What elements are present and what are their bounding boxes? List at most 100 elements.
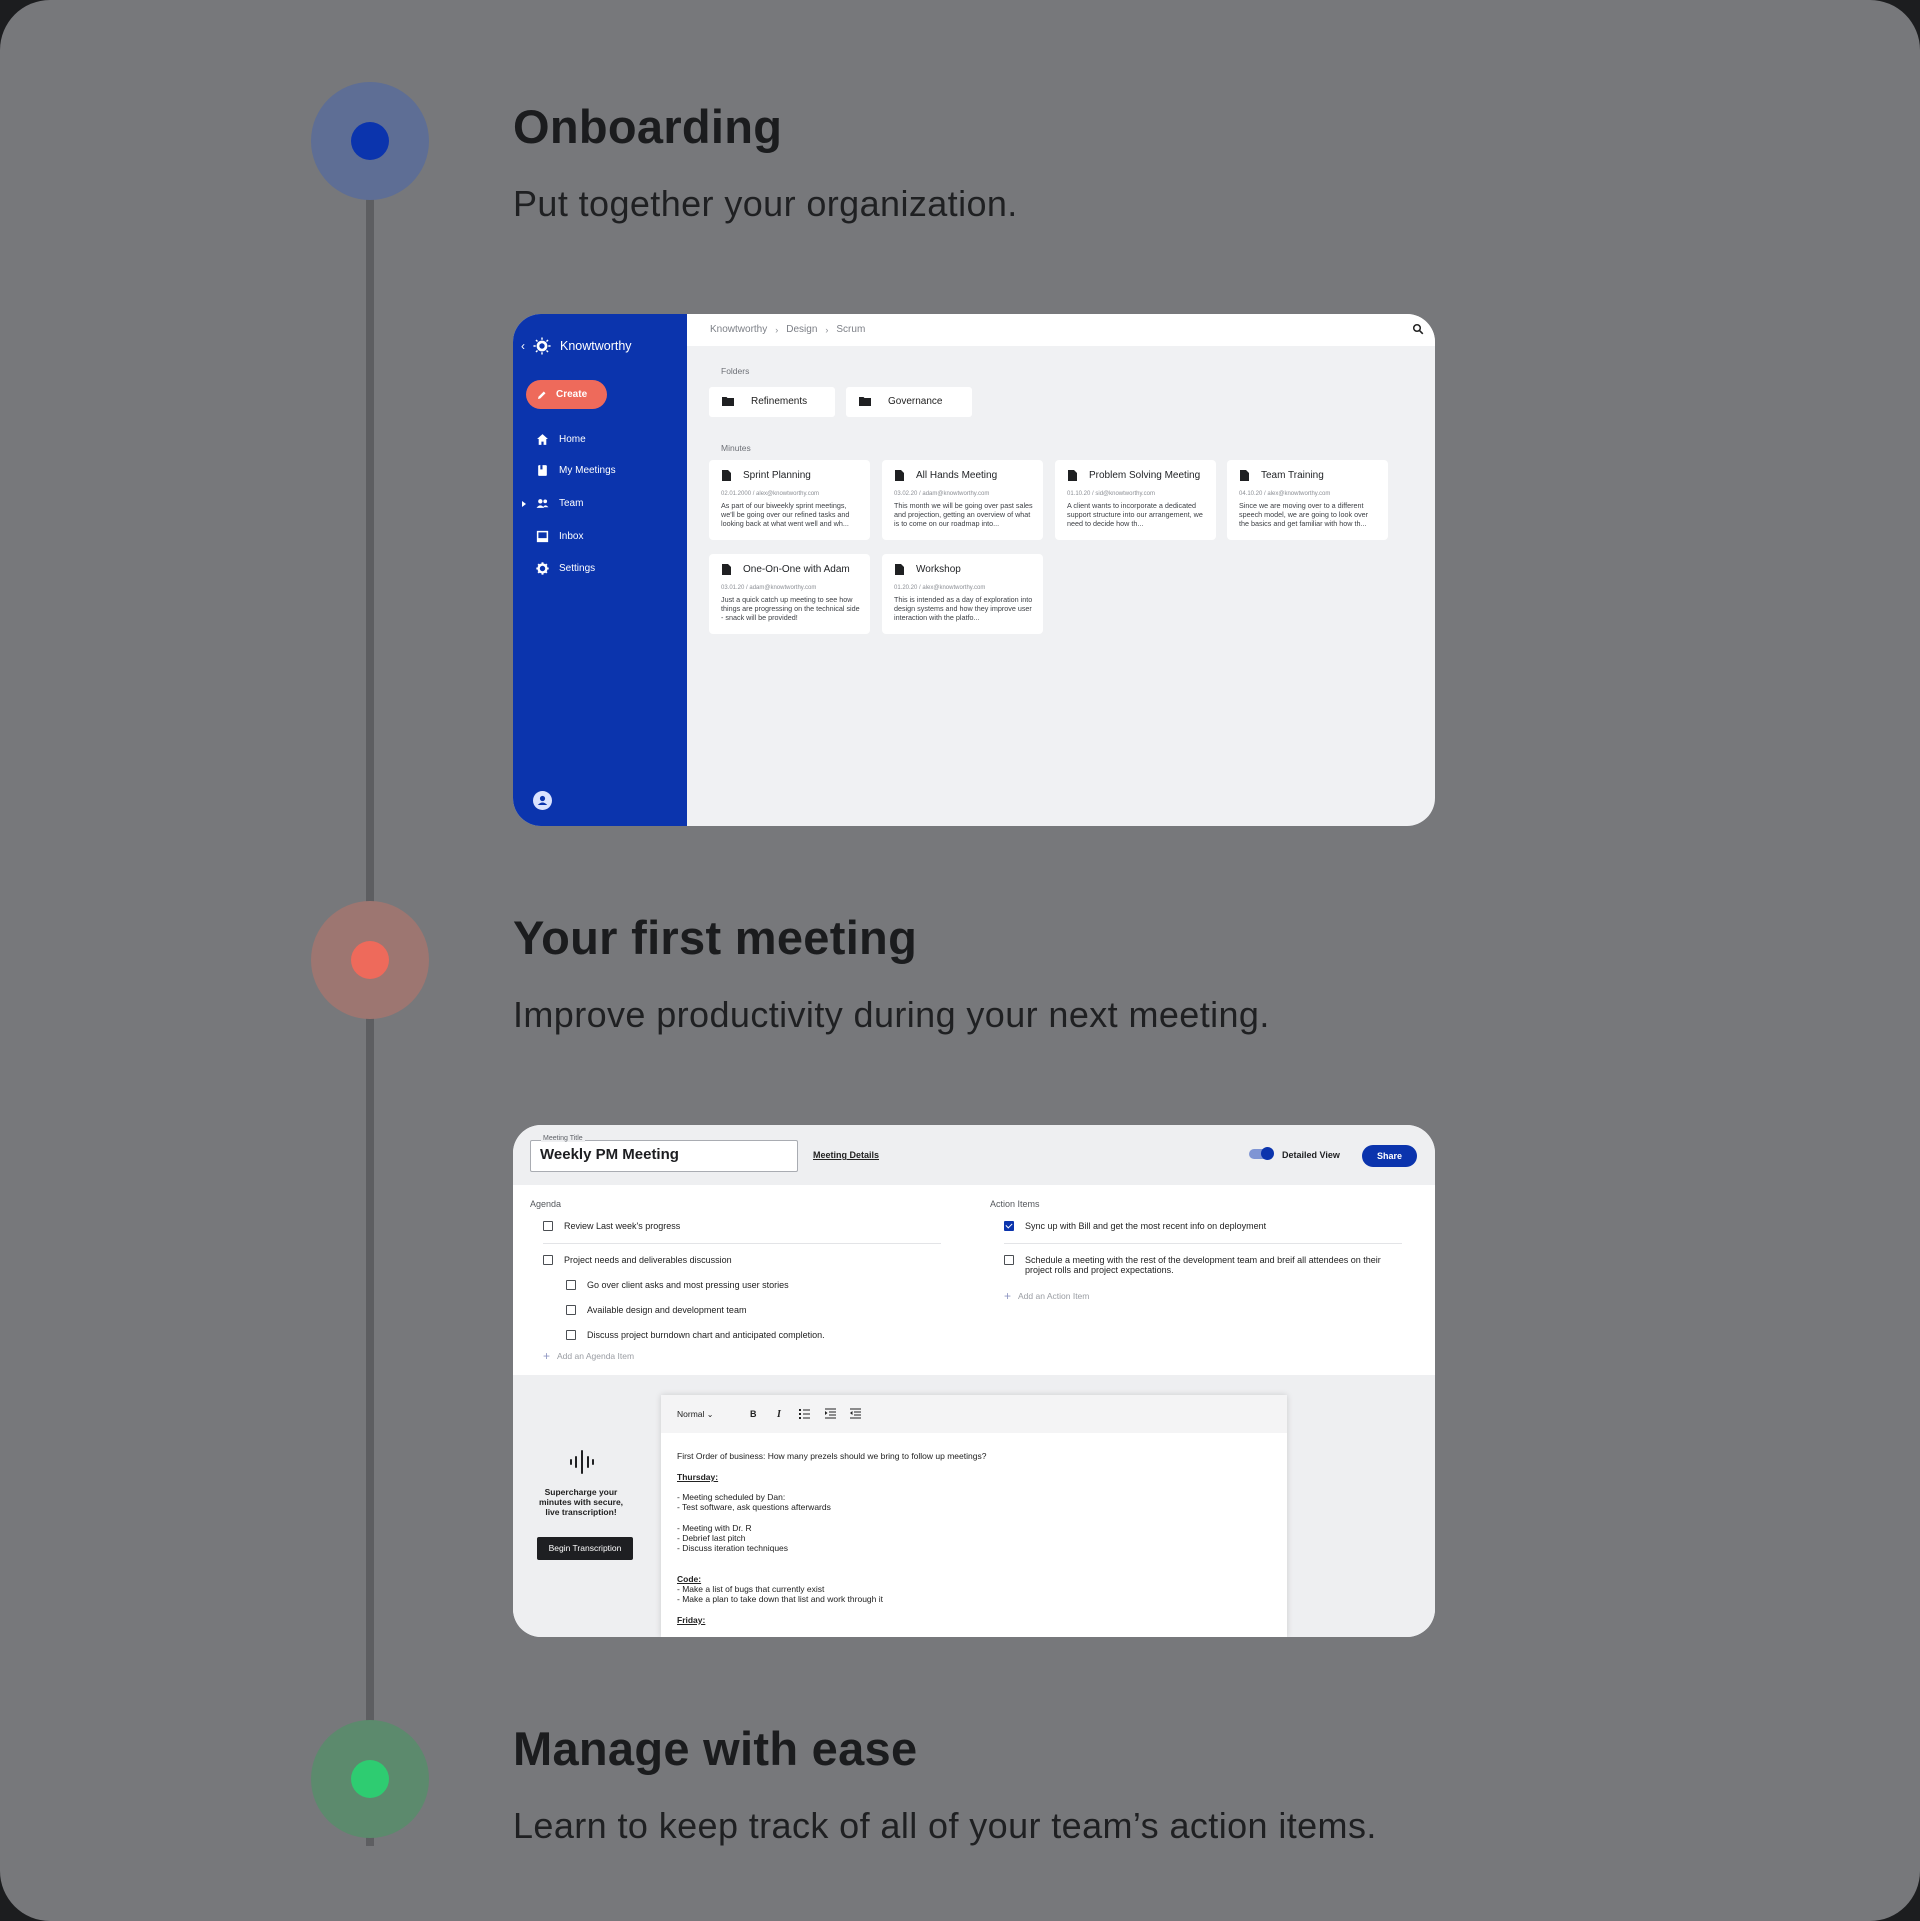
notes-editor[interactable]: Normal ⌄ B I First Order of business: Ho… bbox=[661, 1395, 1287, 1637]
step-dot bbox=[351, 1760, 389, 1798]
step-subtitle: Put together your organization. bbox=[513, 183, 1018, 224]
nav-item-home[interactable]: Home bbox=[513, 429, 687, 451]
meeting-details-link[interactable]: Meeting Details bbox=[813, 1150, 879, 1160]
top-bar: Knowtworthy › Design › Scrum bbox=[687, 314, 1435, 346]
nav-item-settings[interactable]: Settings bbox=[513, 558, 687, 580]
minutes-card[interactable]: Team Training 04.10.20 / alex@knowtworth… bbox=[1227, 460, 1388, 540]
nav-label: Settings bbox=[559, 563, 596, 574]
editor-line: - Debrief last pitch bbox=[677, 1533, 746, 1543]
breadcrumb-item[interactable]: Design bbox=[786, 324, 817, 335]
folder-card[interactable]: Governance bbox=[846, 387, 972, 417]
agenda-item: Go over client asks and most pressing us… bbox=[587, 1280, 789, 1290]
minutes-description: As part of our biweekly sprint meetings,… bbox=[721, 502, 850, 528]
breadcrumb-item[interactable]: Knowtworthy bbox=[710, 324, 767, 335]
action-item-continued: project rolls and project expectations. bbox=[1025, 1265, 1174, 1275]
svg-text:I: I bbox=[776, 1409, 782, 1420]
minutes-meta: 02.01.2000 / alex@knowtworthy.com bbox=[721, 491, 820, 497]
breadcrumb-item[interactable]: Scrum bbox=[836, 324, 865, 335]
style-select[interactable]: Normal ⌄ bbox=[677, 1409, 713, 1419]
meeting-title-value: Weekly PM Meeting bbox=[540, 1146, 679, 1163]
minutes-card[interactable]: Workshop 01.20.20 / alex@knowtworthy.com… bbox=[882, 554, 1043, 634]
indent-icon[interactable] bbox=[824, 1407, 837, 1420]
document-icon bbox=[1068, 470, 1077, 481]
action-checkbox[interactable] bbox=[1004, 1221, 1014, 1231]
editor-heading: Code: bbox=[677, 1574, 702, 1584]
italic-icon[interactable]: I bbox=[773, 1407, 786, 1420]
step-title: Your first meeting bbox=[513, 911, 918, 964]
agenda-item: Project needs and deliverables discussio… bbox=[564, 1255, 732, 1265]
outdent-icon[interactable] bbox=[849, 1407, 862, 1420]
action-checkbox[interactable] bbox=[1004, 1255, 1014, 1265]
ordered-list-icon[interactable] bbox=[798, 1407, 811, 1420]
minutes-meta: 01.10.20 / sid@knowtworthy.com bbox=[1067, 491, 1156, 497]
action-item: Schedule a meeting with the rest of the … bbox=[1025, 1255, 1381, 1265]
meeting-title-legend: Meeting Title bbox=[541, 1135, 585, 1142]
agenda-actions-panel: Agenda Review Last week's progress Proje… bbox=[513, 1185, 1435, 1375]
minutes-description: This is intended as a day of exploration… bbox=[894, 596, 1033, 622]
add-agenda-item[interactable]: + Add an Agenda Item bbox=[543, 1349, 634, 1363]
meeting-title-field[interactable]: Meeting Title Weekly PM Meeting bbox=[530, 1135, 798, 1172]
agenda-checkbox[interactable] bbox=[566, 1280, 576, 1290]
document-icon bbox=[895, 470, 904, 481]
transcription-promo: Supercharge your minutes with secure, li… bbox=[535, 1487, 627, 1517]
bold-icon[interactable]: B bbox=[747, 1407, 760, 1420]
page-frame: Onboarding Put together your organizatio… bbox=[0, 0, 1920, 1921]
nav-item-my-meetings[interactable]: My Meetings bbox=[513, 460, 687, 482]
nav-item-inbox[interactable]: Inbox bbox=[513, 526, 687, 548]
promo-line: Supercharge your bbox=[544, 1487, 618, 1497]
step-dot bbox=[351, 941, 389, 979]
detailed-view-label: Detailed View bbox=[1282, 1150, 1340, 1160]
editor-line: - Meeting with Dr. R bbox=[677, 1523, 752, 1533]
step-marker-first-meeting bbox=[311, 901, 429, 1019]
editor-line: - Discuss iteration techniques bbox=[677, 1543, 789, 1553]
editor-line: - Make a list of bugs that currently exi… bbox=[677, 1584, 825, 1594]
document-icon bbox=[1240, 470, 1249, 481]
brand-name: Knowtworthy bbox=[560, 339, 632, 353]
nav-item-team[interactable]: Team bbox=[513, 493, 687, 515]
step-subtitle: Learn to keep track of all of your team’… bbox=[513, 1805, 1377, 1846]
minutes-card[interactable]: All Hands Meeting 03.02.20 / adam@knowtw… bbox=[882, 460, 1043, 540]
create-button[interactable]: Create bbox=[526, 380, 607, 409]
folder-icon bbox=[859, 397, 871, 406]
caret-right-icon[interactable] bbox=[522, 501, 526, 507]
agenda-checkbox[interactable] bbox=[543, 1255, 553, 1265]
folder-card[interactable]: Refinements bbox=[709, 387, 835, 417]
step-dot bbox=[351, 122, 389, 160]
minutes-card[interactable]: One-On-One with Adam 03.01.20 / adam@kno… bbox=[709, 554, 870, 634]
document-icon bbox=[895, 564, 904, 575]
divider bbox=[1004, 1243, 1402, 1244]
minutes-title: Workshop bbox=[916, 564, 961, 575]
create-label: Create bbox=[556, 389, 588, 400]
add-action-label: Add an Action Item bbox=[1018, 1291, 1090, 1301]
agenda-checkbox[interactable] bbox=[543, 1221, 553, 1231]
gear-icon bbox=[536, 562, 549, 575]
minutes-card[interactable]: Problem Solving Meeting 01.10.20 / sid@k… bbox=[1055, 460, 1216, 540]
svg-text:B: B bbox=[750, 1409, 757, 1419]
minutes-description: Just a quick catch up meeting to see how… bbox=[721, 596, 860, 622]
minutes-description: Since we are moving over to a different … bbox=[1239, 502, 1369, 528]
home-icon bbox=[537, 434, 548, 445]
chevron-left-icon[interactable]: ‹ bbox=[521, 339, 525, 353]
people-icon bbox=[536, 499, 549, 508]
agenda-checkbox[interactable] bbox=[566, 1330, 576, 1340]
search-icon[interactable] bbox=[1412, 323, 1424, 335]
begin-transcription-button[interactable]: Begin Transcription bbox=[537, 1537, 633, 1560]
detailed-view-toggle[interactable] bbox=[1249, 1147, 1274, 1160]
agenda-item: Review Last week's progress bbox=[564, 1221, 681, 1231]
editor-heading: Thursday: bbox=[677, 1472, 719, 1482]
step-title: Onboarding bbox=[513, 100, 783, 153]
timeline-line bbox=[366, 196, 374, 904]
breadcrumb: Knowtworthy › Design › Scrum bbox=[710, 324, 865, 335]
document-icon bbox=[722, 564, 731, 575]
chevron-right-icon: › bbox=[775, 324, 779, 335]
folders-label: Folders bbox=[721, 366, 750, 376]
sidebar: ‹ Knowtworthy Create Home My Meetings Te… bbox=[513, 314, 687, 826]
minutes-card[interactable]: Sprint Planning 02.01.2000 / alex@knowtw… bbox=[709, 460, 870, 540]
share-button[interactable]: Share bbox=[1362, 1145, 1417, 1167]
action-items-label: Action Items bbox=[990, 1199, 1040, 1209]
avatar[interactable] bbox=[533, 791, 552, 810]
agenda-checkbox[interactable] bbox=[566, 1305, 576, 1315]
add-action-item[interactable]: + Add an Action Item bbox=[1004, 1289, 1089, 1303]
plus-icon: + bbox=[1004, 1289, 1012, 1303]
editor-line: - Make a plan to take down that list and… bbox=[677, 1594, 884, 1604]
